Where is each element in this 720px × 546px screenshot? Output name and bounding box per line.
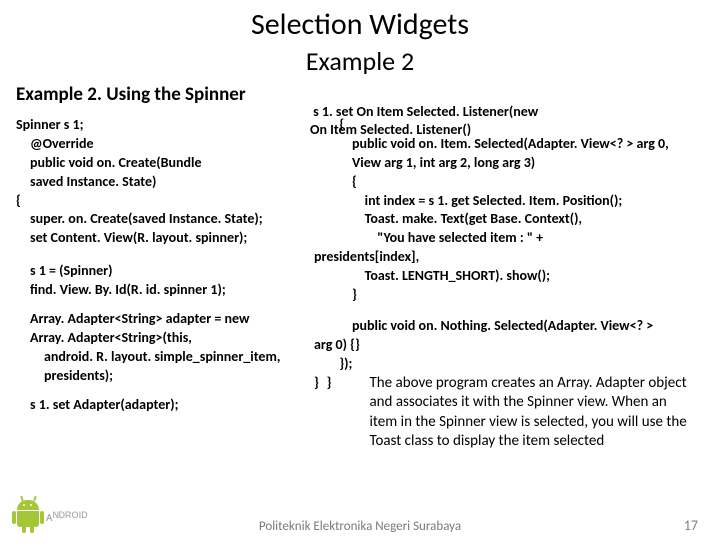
code-line: Spinner s 1; <box>16 116 310 135</box>
code-line: Toast. make. Text(get Base. Context(), <box>314 210 710 229</box>
page-number: 17 <box>684 517 698 534</box>
code-line: s 1 = (Spinner) <box>16 262 310 281</box>
code-line: } <box>314 374 319 393</box>
code-line: int index = s 1. get Selected. Item. Pos… <box>314 192 710 211</box>
code-line: { <box>314 173 710 192</box>
code-line: find. View. By. Id(R. id. spinner 1); <box>16 281 310 300</box>
slide-subtitle: Example 2 <box>0 45 720 77</box>
code-line: presidents); <box>16 367 310 386</box>
code-line: } <box>314 286 710 305</box>
code-line: View arg 1, int arg 2, long arg 3) <box>314 154 710 173</box>
code-line: "You have selected item : " + <box>314 229 710 248</box>
code-line: @Override <box>16 135 310 154</box>
code-line: presidents[index], <box>314 248 710 267</box>
code-line: super. on. Create(saved Instance. State)… <box>16 210 310 229</box>
code-line: Array. Adapter<String>(this, <box>16 329 310 348</box>
code-line: Toast. LENGTH_SHORT). show(); <box>314 267 710 286</box>
code-line: { <box>16 192 310 211</box>
code-column-right: { public void on. Item. Selected(Adapter… <box>310 116 710 452</box>
code-line: saved Instance. State) <box>16 173 310 192</box>
code-line: set Content. View(R. layout. spinner); <box>16 229 310 248</box>
code-line: { <box>314 116 710 135</box>
explanation-text: The above program creates an Array. Adap… <box>369 374 689 452</box>
code-line: arg 0) {} <box>314 336 710 355</box>
code-line: public void on. Item. Selected(Adapter. … <box>314 135 710 154</box>
footer-text: Politeknik Elektronika Negeri Surabaya <box>0 519 720 534</box>
content-columns: Spinner s 1; @Override public void on. C… <box>0 116 720 452</box>
slide-title: Selection Widgets <box>0 6 720 43</box>
code-line: public void on. Create(Bundle <box>16 154 310 173</box>
code-line: Array. Adapter<String> adapter = new <box>16 310 310 329</box>
code-line: s 1. set Adapter(adapter); <box>16 396 310 415</box>
code-line: }); <box>314 355 710 374</box>
code-column-left: Spinner s 1; @Override public void on. C… <box>10 116 310 452</box>
code-line: public void on. Nothing. Selected(Adapte… <box>314 317 710 336</box>
code-line: android. R. layout. simple_spinner_item, <box>16 348 310 367</box>
